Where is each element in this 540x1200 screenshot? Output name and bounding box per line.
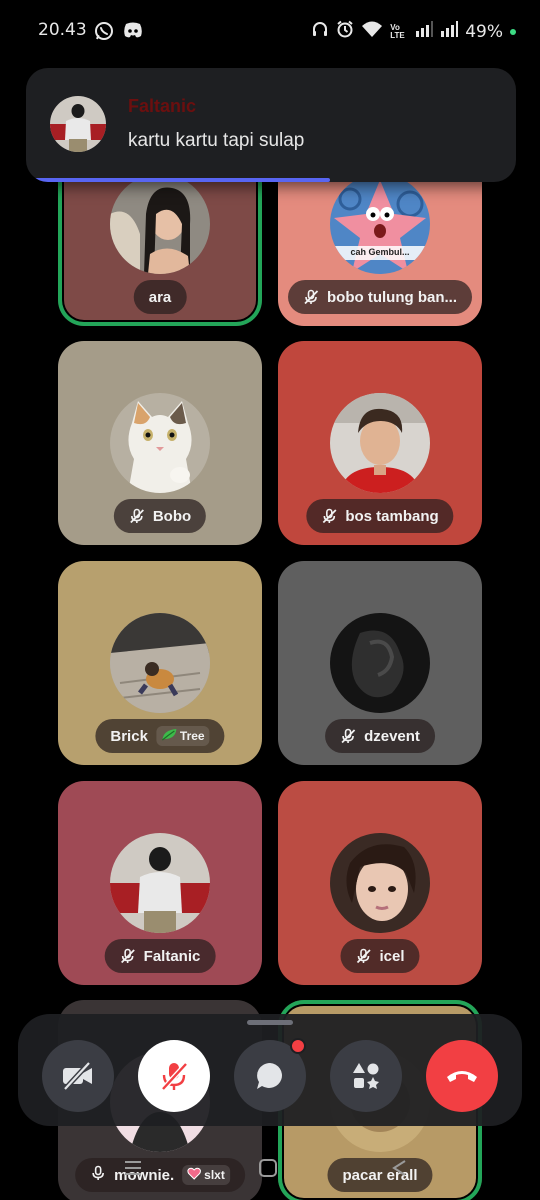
avatar <box>50 96 106 152</box>
signal-icon <box>440 21 459 42</box>
participant-tile[interactable]: dzevent <box>278 561 482 765</box>
participant-name: Brick <box>110 727 148 745</box>
badge-text: Tree <box>179 729 205 743</box>
back-icon[interactable] <box>390 1158 408 1183</box>
recents-icon[interactable] <box>122 1158 144 1183</box>
participant-label: ara <box>133 280 187 314</box>
discord-icon <box>122 21 144 46</box>
status-bar: 20.43 Vo LTE 49% <box>0 0 540 62</box>
battery-percent: 49% <box>465 21 503 42</box>
camera-off-icon <box>61 1061 95 1091</box>
leaf-icon <box>161 728 177 744</box>
participant-label: bos tambang <box>306 499 454 533</box>
mic-off-icon <box>129 508 145 524</box>
server-tag-badge: Tree <box>155 726 210 746</box>
cat-photo-icon <box>110 393 210 493</box>
chat-bubble-icon <box>254 1060 286 1092</box>
avatar <box>110 174 210 274</box>
mic-off-icon <box>340 728 356 744</box>
whatsapp-icon <box>94 21 114 46</box>
participant-label: Bobo <box>113 499 207 533</box>
participant-tile[interactable]: bos tambang <box>278 341 482 545</box>
participant-name: ara <box>148 288 172 306</box>
camera-off-button[interactable] <box>42 1040 114 1112</box>
participant-name: bos tambang <box>345 507 439 525</box>
avatar <box>330 393 430 493</box>
participant-label: dzevent <box>325 719 435 753</box>
wifi-icon <box>361 20 383 43</box>
participant-name: dzevent <box>364 727 420 745</box>
volte-icon: Vo LTE <box>390 22 405 40</box>
activities-button[interactable] <box>330 1040 402 1112</box>
patrick-sticker-icon: cah Gembul... <box>330 174 430 274</box>
message-notification[interactable]: Faltanic kartu kartu tapi sulap <box>26 68 516 182</box>
avatar <box>330 833 430 933</box>
hang-up-icon <box>444 1066 480 1086</box>
avatar <box>330 613 430 713</box>
avatar <box>110 833 210 933</box>
participant-tile[interactable]: Brick Tree <box>58 561 262 765</box>
participant-tile[interactable]: Faltanic <box>58 781 262 985</box>
drag-handle[interactable] <box>247 1020 293 1025</box>
mic-off-icon <box>321 508 337 524</box>
signal-icon <box>415 21 434 42</box>
mic-off-icon <box>120 948 136 964</box>
participant-tile[interactable]: icel <box>278 781 482 985</box>
participant-label: Brick Tree <box>95 719 225 753</box>
participant-name: icel <box>379 947 405 965</box>
avatar-caption: cah Gembul... <box>350 247 410 257</box>
headphones-icon <box>311 20 329 43</box>
participant-name: Faltanic <box>143 947 201 965</box>
notification-message: kartu kartu tapi sulap <box>128 130 305 151</box>
notification-sender: Faltanic <box>128 96 197 116</box>
end-call-button[interactable] <box>426 1040 498 1112</box>
unread-indicator <box>290 1038 306 1054</box>
participant-name: bobo tulung ban... <box>327 288 457 306</box>
participant-label: bobo tulung ban... <box>288 280 472 314</box>
system-nav-bar <box>0 1150 540 1190</box>
mute-toggle-button[interactable] <box>138 1040 210 1112</box>
notification-progress-bar <box>34 178 330 182</box>
mic-off-icon <box>303 289 319 305</box>
participant-label: icel <box>340 939 420 973</box>
battery-dot <box>510 28 516 35</box>
status-time: 20.43 <box>38 20 87 40</box>
participant-tile[interactable]: Bobo <box>58 341 262 545</box>
mic-off-icon <box>355 948 371 964</box>
cat-photo-icon <box>110 613 210 713</box>
participant-label: Faltanic <box>104 939 216 973</box>
alarm-icon <box>336 20 354 43</box>
activities-icon <box>350 1060 382 1092</box>
home-icon[interactable] <box>258 1158 278 1183</box>
mic-off-icon <box>159 1060 189 1092</box>
participant-name: Bobo <box>152 507 192 525</box>
